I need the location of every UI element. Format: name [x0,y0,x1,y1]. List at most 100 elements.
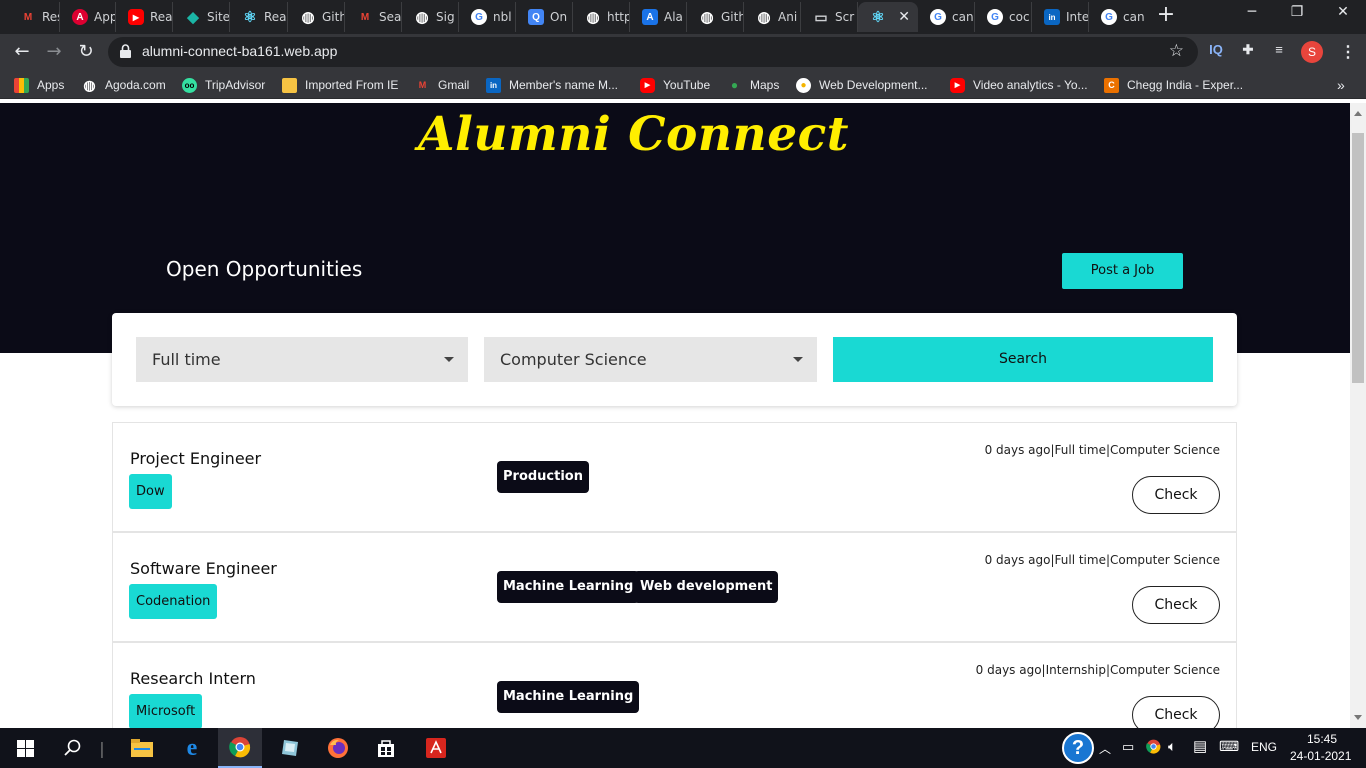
bookmark-label: Video analytics - Yo... [973,78,1088,92]
language-indicator[interactable]: ENG [1251,740,1277,754]
notifications-icon[interactable]: ▤ [1193,737,1207,755]
bookmark-gmail[interactable]: M Gmail [415,75,470,95]
battery-icon[interactable]: ▭ [1122,739,1134,755]
department-select[interactable]: Computer Science [484,337,817,382]
media-queue-icon[interactable]: ≡ [1268,42,1290,62]
job-title: Project Engineer [130,449,262,468]
reload-icon[interactable]: ↻ [74,40,98,64]
browser-tab[interactable]: in Inte [1032,2,1089,32]
bookmark-video-analytics[interactable]: ▶ Video analytics - Yo... [950,75,1088,95]
browser-tab[interactable]: ◍ http [573,2,630,32]
browser-tab[interactable]: A Ala [630,2,687,32]
bookmark-agoda[interactable]: ◍ Agoda.com [82,75,165,95]
bookmark-linkedin[interactable]: in Member's name M... [486,75,618,95]
clock-date[interactable]: 24-01-2021 [1290,749,1351,763]
check-button[interactable]: Check [1132,476,1220,514]
scroll-down-arrow-icon[interactable] [1354,715,1362,720]
browser-tab[interactable]: ◆ Site [173,2,230,32]
minimize-window-button[interactable]: ─ [1237,4,1267,20]
clock-time[interactable]: 15:45 [1307,732,1337,746]
address-bar[interactable]: alumni-connect-ba161.web.app ☆ [108,37,1198,67]
browser-tab[interactable]: ◍ Sig [402,2,459,32]
browser-tab[interactable]: ◍ Gith [687,2,744,32]
new-tab-button[interactable]: + [1154,4,1178,28]
browser-tab-active[interactable]: ⚛ ✕ [858,2,918,32]
notepad-app-icon[interactable] [274,734,306,762]
browser-tab[interactable]: A App [60,2,116,32]
forward-arrow-icon[interactable]: → [42,40,66,64]
task-view-divider: | [99,738,105,758]
browser-tab[interactable]: M Res [8,2,60,32]
check-button[interactable]: Check [1132,696,1220,728]
bookmark-label: Chegg India - Exper... [1127,78,1244,92]
iq-extension-icon[interactable]: IQ [1205,42,1227,62]
check-button[interactable]: Check [1132,586,1220,624]
tray-chevron-up-icon[interactable]: ︿ [1099,740,1111,757]
scrollbar-thumb[interactable] [1352,133,1364,383]
help-question-icon[interactable]: ? [1062,732,1094,764]
bookmark-label: TripAdvisor [205,78,266,92]
restore-window-button[interactable]: ❐ [1282,4,1312,20]
close-tab-icon[interactable]: ✕ [898,9,910,25]
skill-tag: Machine Learning [497,681,640,713]
job-title: Research Intern [130,669,256,688]
chrome-taskbar-icon[interactable] [218,728,262,768]
back-arrow-icon[interactable]: ← [10,40,34,64]
react-icon: ⚛ [871,9,885,26]
bookmark-star-icon[interactable]: ☆ [1169,41,1184,61]
bookmark-tripadvisor[interactable]: oo TripAdvisor [182,75,265,95]
tab-label: Sig [436,10,455,24]
gmail-icon: M [360,11,370,23]
firefox-icon[interactable] [322,734,354,762]
chrome-tray-icon[interactable] [1146,739,1161,757]
tab-label: Res [42,10,59,24]
job-card: Research Intern Microsoft Machine Learni… [112,642,1237,728]
extensions-puzzle-icon[interactable]: ✚ [1237,42,1259,62]
bookmark-maps[interactable]: ● Maps [727,75,779,95]
windows-start-icon[interactable] [12,734,38,762]
search-button[interactable]: Search [833,337,1213,382]
microsoft-store-icon[interactable] [370,734,402,762]
keyboard-icon[interactable]: ⌨︎ [1219,738,1239,755]
volume-icon[interactable]: 🔈︎ [1168,738,1176,755]
file-explorer-icon[interactable] [126,734,158,762]
browser-tab[interactable]: ▶ Rea [116,2,173,32]
profile-avatar[interactable]: S [1301,41,1323,63]
bookmark-web-development[interactable]: ● Web Development... [796,75,928,95]
close-window-button[interactable]: ✕ [1328,4,1358,20]
search-icon[interactable] [60,734,86,762]
tab-label: Inte [1066,10,1089,24]
job-type-select[interactable]: Full time [136,337,468,382]
globe-icon: ◍ [757,9,771,26]
browser-tab[interactable]: M Sea [345,2,402,32]
tab-label: can [952,10,974,24]
browser-tab[interactable]: Gcoc [975,2,1032,32]
bookmark-youtube[interactable]: ▶ YouTube [640,75,710,95]
angular-icon: A [72,9,88,25]
scroll-up-arrow-icon[interactable] [1354,111,1362,116]
browser-tab[interactable]: ◍ Gith [288,2,345,32]
company-badge: Codenation [129,584,218,619]
bookmark-label: Gmail [438,78,470,92]
browser-tab[interactable]: ◍ Ani [744,2,801,32]
menu-kebab-icon[interactable]: ⋮ [1337,42,1359,62]
browser-tab[interactable]: Gcan [918,2,975,32]
maps-pin-icon: ● [730,78,739,92]
browser-tab[interactable]: ▭ Scr [801,2,858,32]
linkedin-icon: in [1044,9,1060,25]
browser-tab[interactable]: Gnbl [459,2,516,32]
edge-browser-icon[interactable]: e [176,734,208,762]
browser-tab[interactable]: Gcan [1089,2,1146,32]
tab-label: nbl [493,10,512,24]
bookmark-chegg[interactable]: C Chegg India - Exper... [1104,75,1243,95]
post-job-button[interactable]: Post a Job [1062,253,1183,289]
bookmark-label: Imported From IE [305,78,399,92]
bookmark-imported-folder[interactable]: Imported From IE [282,75,398,95]
site-logo[interactable]: Alumni Connect [418,107,849,162]
pdf-reader-icon[interactable] [420,734,452,762]
bookmark-apps[interactable]: Apps [14,75,64,95]
page-scrollbar[interactable] [1350,103,1366,728]
browser-tab[interactable]: Q On [516,2,573,32]
more-bookmarks-chevron-icon[interactable]: » [1337,75,1345,95]
browser-tab[interactable]: ⚛ Rea [230,2,288,32]
